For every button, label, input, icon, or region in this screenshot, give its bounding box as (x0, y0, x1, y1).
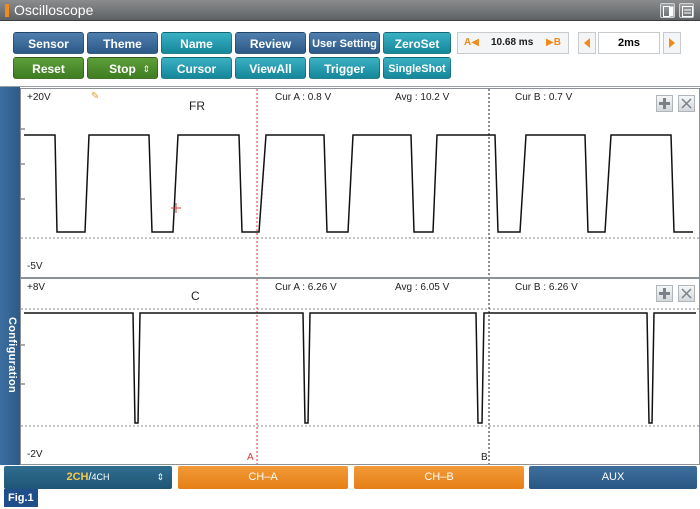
cursor-a-label: A◀ (464, 37, 479, 48)
stop-label: Stop (109, 62, 136, 76)
name-button[interactable]: Name (161, 32, 232, 54)
c-channel-name: C (191, 289, 200, 303)
channel-mode-selected: 2CH (66, 471, 89, 483)
fr-vmax: +20V (27, 92, 51, 103)
channel-panel-fr[interactable]: +20V ✎ FR Cur A : 0.8 V Avg : 10.2 V Cur… (20, 88, 700, 278)
cursor-b-label: ▶B (546, 37, 561, 48)
zoom-in-icon[interactable] (655, 95, 673, 112)
zeroset-button[interactable]: ZeroSet (383, 32, 451, 54)
singleshot-button[interactable]: SingleShot (383, 57, 451, 79)
reset-button[interactable]: Reset (13, 57, 84, 79)
configuration-tab[interactable]: Configuration (0, 87, 20, 465)
close-icon[interactable] (678, 95, 695, 112)
channel-mode-select[interactable]: 2CH/4CH ⇕ (4, 466, 172, 489)
toolbar: Sensor Theme Name Review User Setting Ze… (0, 21, 700, 85)
viewall-button[interactable]: ViewAll (235, 57, 306, 79)
cursor-a-marker[interactable]: A (247, 452, 254, 463)
time-div-value: 2ms (598, 32, 660, 54)
fr-avg: Avg : 10.2 V (395, 92, 450, 103)
fr-cur-a: Cur A : 0.8 V (275, 92, 332, 103)
configuration-label: Configuration (6, 317, 18, 393)
cursor-delta-readout: A◀ 10.68 ms ▶B (457, 32, 569, 54)
cursor-b-marker[interactable]: B (481, 452, 488, 463)
channel-panel-c[interactable]: +8V C Cur A : 6.26 V Avg : 6.05 V Cur B … (20, 278, 700, 465)
restore-icon[interactable] (660, 3, 675, 18)
c-panel-buttons (655, 285, 695, 307)
stop-button[interactable]: Stop ⇕ (87, 57, 158, 79)
c-cur-b: Cur B : 6.26 V (515, 282, 578, 293)
title-bar: Oscilloscope (0, 0, 700, 21)
cursor-delta-value: 10.68 ms (491, 37, 534, 48)
cursor-button[interactable]: Cursor (161, 57, 232, 79)
fr-channel-name: FR (189, 99, 205, 113)
tab-aux[interactable]: AUX (529, 466, 697, 489)
right-arrow-icon (669, 38, 675, 48)
zoom-in-icon[interactable] (655, 285, 673, 302)
fr-cur-b: Cur B : 0.7 V (515, 92, 573, 103)
c-cur-a: Cur A : 6.26 V (275, 282, 337, 293)
left-arrow-icon (584, 38, 590, 48)
menu-icon[interactable] (679, 3, 694, 18)
waveform-c (21, 279, 699, 464)
figure-label: Fig.1 (4, 489, 38, 507)
time-div-increase-button[interactable] (663, 32, 681, 54)
channel-mode-alt: 4CH (91, 472, 110, 482)
c-avg: Avg : 6.05 V (395, 282, 450, 293)
time-div-decrease-button[interactable] (578, 32, 596, 54)
trigger-marker-icon[interactable]: ✎ (91, 91, 99, 102)
fr-vmin: -5V (27, 261, 43, 272)
close-icon[interactable] (678, 285, 695, 302)
bottom-tab-bar: 2CH/4CH ⇕ CH–A CH–B AUX (0, 466, 700, 489)
user-setting-button[interactable]: User Setting (309, 32, 380, 54)
sensor-button[interactable]: Sensor (13, 32, 84, 54)
c-vmax: +8V (27, 282, 46, 293)
scope-area: Configuration +20V ✎ FR Cur A : 0.8 V Av… (0, 86, 700, 466)
waveform-fr (21, 89, 699, 277)
tab-ch-a[interactable]: CH–A (178, 466, 348, 489)
fr-panel-buttons (655, 95, 695, 117)
review-button[interactable]: Review (235, 32, 306, 54)
trigger-button[interactable]: Trigger (309, 57, 380, 79)
theme-button[interactable]: Theme (87, 32, 158, 54)
c-vmin: -2V (27, 449, 43, 460)
window-title: Oscilloscope (14, 2, 94, 18)
updown-icon: ⇕ (142, 64, 150, 74)
title-accent (5, 4, 9, 17)
updown-icon: ⇕ (156, 472, 164, 482)
tab-ch-b[interactable]: CH–B (354, 466, 524, 489)
